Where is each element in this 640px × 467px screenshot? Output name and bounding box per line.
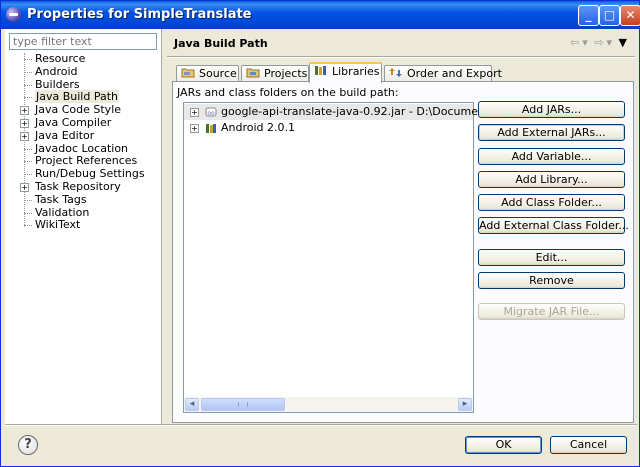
tree-item-label: Resource — [35, 52, 86, 65]
tab-label: Source — [199, 67, 237, 80]
tab-label: Projects — [264, 67, 308, 80]
scroll-right-button[interactable]: ▸ — [458, 398, 472, 411]
expand-icon[interactable]: + — [20, 131, 29, 141]
bottom-separator — [5, 424, 637, 426]
tab-source[interactable]: Source — [176, 65, 239, 82]
forward-arrow-icon[interactable]: ⇨ — [594, 36, 603, 49]
add-variable-button[interactable]: Add Variable... — [478, 148, 625, 165]
tree-item-label: Builders — [35, 77, 80, 91]
tab-libraries[interactable]: Libraries — [309, 62, 382, 83]
ok-button[interactable]: OK — [465, 436, 542, 454]
tree-item-label: Java Compiler — [35, 115, 112, 129]
forward-dropdown-icon[interactable]: ▾ — [607, 36, 613, 49]
expand-icon[interactable]: + — [20, 118, 29, 128]
tree-item-label: Java Build Path — [35, 90, 120, 104]
tree-item-label: Project References — [35, 154, 138, 168]
tree-item-label: Java Code Style — [35, 103, 122, 117]
tree-connector — [24, 225, 32, 227]
navigation-panel: ResourceAndroidBuildersJava Build Path + J… — [5, 29, 162, 424]
page-title: Java Build Path — [174, 37, 268, 50]
library-list[interactable]: + oo google-api-translate-java-0.92.jar … — [183, 102, 495, 413]
expand-icon[interactable]: + — [190, 124, 199, 133]
scroll-thumb[interactable] — [201, 398, 285, 411]
expand-icon[interactable]: + — [190, 108, 199, 117]
close-button[interactable]: ✕ — [620, 5, 640, 26]
tree-item-android[interactable]: Android — [9, 64, 159, 79]
source-folder-icon — [181, 68, 195, 78]
libraries-icon — [315, 66, 326, 75]
library-entry-label: Android 2.0.1 — [221, 121, 296, 134]
cancel-button[interactable]: Cancel — [550, 436, 627, 454]
library-entry-label: google-api-translate-java-0.92.jar - D:\… — [221, 105, 495, 118]
eclipse-icon — [6, 7, 21, 22]
tree-item-label: Task Repository — [35, 179, 121, 193]
library-entry-android[interactable]: + Android 2.0.1 — [184, 120, 473, 136]
back-arrow-icon[interactable]: ⇦ — [570, 36, 579, 49]
add-jars-button[interactable]: Add JARs... — [478, 101, 625, 118]
order-export-icon — [389, 68, 402, 77]
tree-item-label: Java Editor — [35, 128, 95, 142]
tree-item-label: Validation — [35, 205, 90, 219]
edit-button[interactable]: Edit... — [478, 249, 625, 266]
horizontal-scrollbar[interactable]: ◂ ▸ — [184, 397, 473, 412]
tree-item-wikitext[interactable]: WikiText — [9, 218, 159, 232]
tree-connector — [24, 199, 32, 201]
help-icon[interactable]: ? — [18, 435, 38, 455]
tree-connector — [24, 174, 32, 176]
migrate-jar-file-button[interactable]: Migrate JAR File... — [478, 303, 625, 320]
tree-connector — [24, 84, 32, 86]
library-entry-jar[interactable]: + oo google-api-translate-java-0.92.jar … — [184, 104, 495, 120]
property-tree: Resource Android Builders Java Build Path + J… — [9, 52, 159, 232]
tree-connector — [24, 97, 32, 99]
add-external-class-folder-button[interactable]: Add External Class Folder... — [478, 217, 629, 234]
tab-projects[interactable]: Projects — [241, 65, 309, 82]
add-library-button[interactable]: Add Library... — [478, 171, 625, 188]
svg-text:oo: oo — [207, 110, 215, 117]
properties-dialog: Properties for SimpleTranslate _ □ ✕ Res… — [0, 0, 640, 467]
tree-connector — [24, 161, 32, 163]
tree-item-label: Run/Debug Settings — [35, 167, 145, 181]
tab-order-and-export[interactable]: Order and Export — [384, 65, 502, 82]
title-separator — [167, 56, 635, 58]
tree-connector — [24, 212, 32, 214]
maximize-button[interactable]: □ — [599, 5, 620, 26]
filter-input[interactable] — [9, 33, 157, 50]
libraries-panel: JARs and class folders on the build path… — [172, 81, 634, 423]
expand-icon[interactable]: + — [20, 182, 29, 192]
library-icon — [206, 124, 216, 133]
tree-item-label: WikiText — [35, 218, 81, 232]
minimize-button[interactable]: _ — [578, 5, 599, 26]
tab-label: Libraries — [332, 65, 380, 78]
tree-item-label: Javadoc Location — [35, 141, 129, 155]
tree-item-label: Task Tags — [35, 192, 87, 206]
jar-icon: oo — [205, 107, 217, 117]
title-bar[interactable]: Properties for SimpleTranslate _ □ ✕ — [1, 1, 640, 29]
scroll-left-button[interactable]: ◂ — [185, 398, 199, 411]
projects-icon — [246, 68, 260, 78]
tree-item-resource[interactable]: Resource — [9, 52, 159, 66]
add-external-jars-button[interactable]: Add External JARs... — [478, 124, 625, 141]
page-nav: ⇦ ▾ ⇨ ▾ ▼ — [567, 36, 627, 49]
window-title: Properties for SimpleTranslate — [27, 7, 252, 22]
panel-description: JARs and class folders on the build path… — [177, 86, 399, 99]
back-dropdown-icon[interactable]: ▾ — [582, 36, 588, 49]
tree-item-label: Android — [35, 64, 78, 78]
tab-label: Order and Export — [407, 67, 502, 80]
tree-connector — [24, 148, 32, 150]
expand-icon[interactable]: + — [20, 106, 29, 116]
view-menu-icon[interactable]: ▼ — [619, 36, 627, 49]
tree-connector — [24, 59, 32, 60]
add-class-folder-button[interactable]: Add Class Folder... — [478, 194, 625, 211]
remove-button[interactable]: Remove — [478, 272, 625, 289]
tree-item-validation[interactable]: Validation — [9, 205, 159, 220]
property-page: Java Build Path ⇦ ▾ ⇨ ▾ ▼ Source Projects … — [163, 29, 639, 424]
tree-connector — [24, 71, 32, 73]
